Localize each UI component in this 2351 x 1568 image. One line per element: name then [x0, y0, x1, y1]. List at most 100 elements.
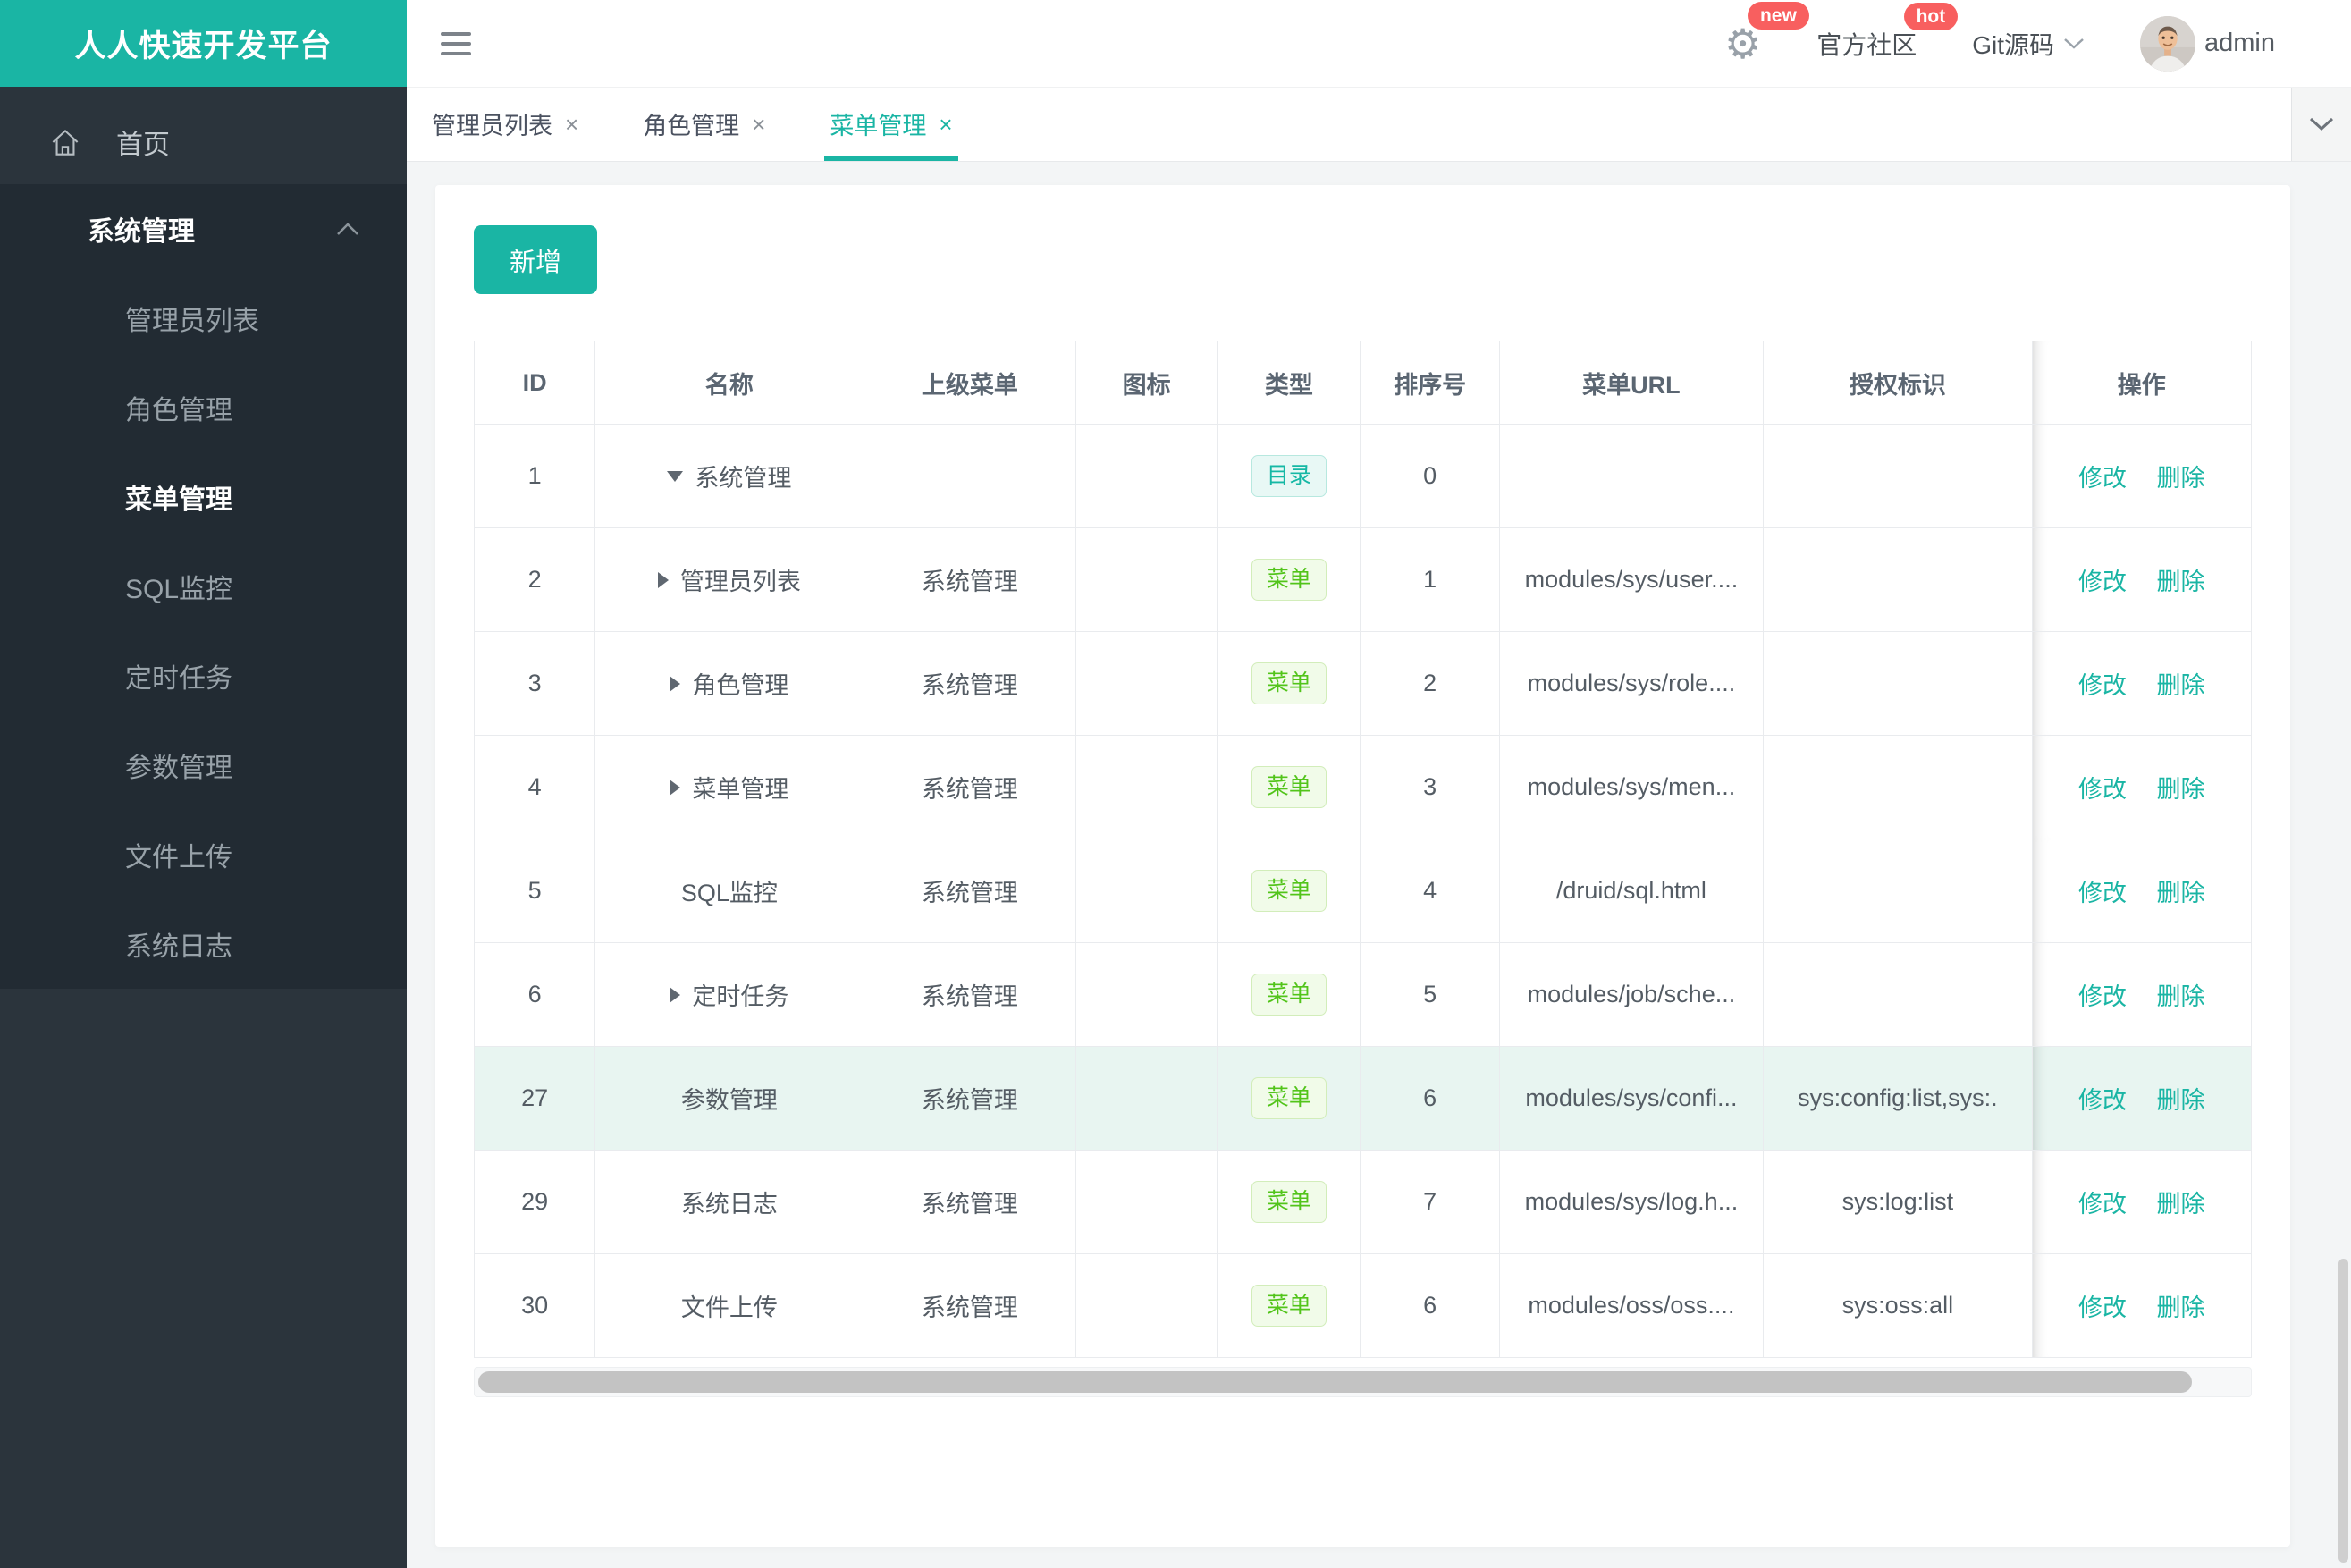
tab[interactable]: 菜单管理 × [824, 87, 958, 161]
menu-table-wrap: ID 名称 上级菜单 图标 类型 排序号 菜单URL 授权标识 操作 1 系统管… [473, 341, 2253, 1358]
menu-name: 系统日志 [680, 1191, 778, 1218]
sidebar-item-label: 文件上传 [125, 843, 232, 873]
expand-caret-icon[interactable] [657, 571, 669, 588]
modify-link[interactable]: 修改 [2078, 672, 2127, 699]
icon-cell [1074, 1046, 1218, 1151]
table-row[interactable]: 6 定时任务 系统管理 菜单 5 modules/job/sche... 修改 … [473, 942, 2253, 1047]
id-cell: 3 [473, 631, 596, 736]
delete-link[interactable]: 删除 [2157, 1087, 2205, 1114]
user-menu[interactable]: admin [2140, 15, 2275, 72]
modify-link[interactable]: 修改 [2078, 1294, 2127, 1321]
new-badge: new [1747, 1, 1809, 30]
sidebar-item-home[interactable]: 首页 [0, 99, 407, 184]
actions-cell: 修改 删除 [2031, 1253, 2253, 1358]
tab-close-icon[interactable]: × [565, 113, 578, 136]
add-button[interactable]: 新增 [474, 225, 597, 294]
url-cell [1498, 424, 1765, 528]
icon-cell [1074, 527, 1218, 632]
sidebar-home-label: 首页 [116, 130, 170, 160]
url-cell: modules/sys/user.... [1498, 527, 1765, 632]
sort-cell: 6 [1360, 1046, 1500, 1151]
table-row[interactable]: 30 文件上传 系统管理 菜单 6 modules/oss/oss.... sy… [473, 1253, 2253, 1358]
tab[interactable]: 角色管理 × [643, 87, 765, 161]
sidebar-item[interactable]: 定时任务 [0, 631, 407, 721]
delete-link[interactable]: 删除 [2157, 569, 2205, 595]
sidebar-item-label: 定时任务 [125, 664, 232, 694]
delete-link[interactable]: 删除 [2157, 776, 2205, 803]
sort-cell: 6 [1360, 1253, 1500, 1358]
tab-close-icon[interactable]: × [939, 113, 952, 136]
table-row[interactable]: 27 参数管理 系统管理 菜单 6 modules/sys/confi... s… [473, 1046, 2253, 1151]
table-row[interactable]: 5 SQL监控 系统管理 菜单 4 /druid/sql.html 修改 删除 [473, 839, 2253, 943]
table-row[interactable]: 1 系统管理 目录 0 修改 删除 [473, 424, 2253, 528]
url-cell: modules/sys/men... [1498, 735, 1765, 839]
modify-link[interactable]: 修改 [2078, 1191, 2127, 1218]
sidebar-item[interactable]: 角色管理 [0, 363, 407, 452]
tab-overflow-button[interactable] [2291, 87, 2351, 161]
modify-link[interactable]: 修改 [2078, 880, 2127, 906]
type-cell: 目录 [1217, 424, 1361, 528]
perm-cell [1763, 735, 2033, 839]
hamburger-button[interactable] [441, 27, 473, 61]
id-cell: 6 [473, 942, 596, 1047]
settings-button[interactable]: ⚙ new [1724, 1, 1809, 64]
type-badge: 菜单 [1251, 559, 1327, 601]
type-cell: 菜单 [1217, 942, 1361, 1047]
modify-link[interactable]: 修改 [2078, 983, 2127, 1010]
perm-cell: sys:oss:all [1763, 1253, 2033, 1358]
modify-link[interactable]: 修改 [2078, 776, 2127, 803]
modify-link[interactable]: 修改 [2078, 465, 2127, 492]
type-cell: 菜单 [1217, 1046, 1361, 1151]
git-source-link[interactable]: Git源码 [1972, 26, 2085, 62]
sidebar-item[interactable]: SQL监控 [0, 542, 407, 631]
vertical-scrollbar-thumb[interactable] [2338, 1259, 2348, 1563]
id-cell: 4 [473, 735, 596, 839]
modify-link[interactable]: 修改 [2078, 569, 2127, 595]
sidebar-group-header[interactable]: 系统管理 [0, 184, 407, 274]
sidebar-item[interactable]: 系统日志 [0, 899, 407, 989]
actions-cell: 修改 删除 [2031, 735, 2253, 839]
type-cell: 菜单 [1217, 1150, 1361, 1254]
actions-cell: 修改 删除 [2031, 631, 2253, 736]
expand-caret-icon[interactable] [670, 779, 681, 796]
tab[interactable]: 管理员列表 × [432, 87, 578, 161]
type-badge: 菜单 [1251, 870, 1327, 912]
delete-link[interactable]: 删除 [2157, 880, 2205, 906]
horizontal-scrollbar-thumb[interactable] [478, 1371, 2193, 1393]
delete-link[interactable]: 删除 [2157, 1191, 2205, 1218]
horizontal-scrollbar[interactable] [474, 1367, 2252, 1397]
table-header-row: ID 名称 上级菜单 图标 类型 排序号 菜单URL 授权标识 操作 [473, 341, 2253, 425]
table-row[interactable]: 29 系统日志 系统管理 菜单 7 modules/sys/log.h... s… [473, 1150, 2253, 1254]
delete-link[interactable]: 删除 [2157, 465, 2205, 492]
sidebar-item[interactable]: 管理员列表 [0, 274, 407, 363]
parent-cell: 系统管理 [863, 1150, 1077, 1254]
delete-link[interactable]: 删除 [2157, 1294, 2205, 1321]
tab-close-icon[interactable]: × [752, 113, 765, 136]
menu-name: 角色管理 [692, 672, 789, 699]
sidebar-item[interactable]: 菜单管理 [0, 452, 407, 542]
sidebar-item[interactable]: 文件上传 [0, 810, 407, 899]
tab-list: 管理员列表 × 角色管理 × 菜单管理 × [407, 87, 2351, 161]
tab-label: 菜单管理 [830, 113, 927, 139]
table-row[interactable]: 4 菜单管理 系统管理 菜单 3 modules/sys/men... 修改 删… [473, 735, 2253, 839]
table-row[interactable]: 3 角色管理 系统管理 菜单 2 modules/sys/role.... 修改… [473, 631, 2253, 736]
sort-cell: 5 [1360, 942, 1500, 1047]
expand-caret-icon[interactable] [667, 470, 684, 482]
delete-link[interactable]: 删除 [2157, 672, 2205, 699]
modify-link[interactable]: 修改 [2078, 1087, 2127, 1114]
type-cell: 菜单 [1217, 631, 1361, 736]
sort-cell: 2 [1360, 631, 1500, 736]
expand-caret-icon[interactable] [670, 675, 681, 692]
chevron-down-icon [2064, 38, 2084, 49]
delete-link[interactable]: 删除 [2157, 983, 2205, 1010]
expand-caret-icon[interactable] [670, 986, 681, 1003]
sidebar-item[interactable]: 参数管理 [0, 721, 407, 810]
parent-cell: 系统管理 [863, 1046, 1077, 1151]
community-link[interactable]: 官方社区 hot [1816, 2, 1959, 62]
name-cell: 定时任务 [594, 942, 864, 1047]
type-cell: 菜单 [1217, 735, 1361, 839]
sidebar-item-label: 参数管理 [125, 754, 232, 783]
actions-cell: 修改 删除 [2031, 942, 2253, 1047]
table-row[interactable]: 2 管理员列表 系统管理 菜单 1 modules/sys/user.... 修… [473, 527, 2253, 632]
type-cell: 菜单 [1217, 839, 1361, 943]
